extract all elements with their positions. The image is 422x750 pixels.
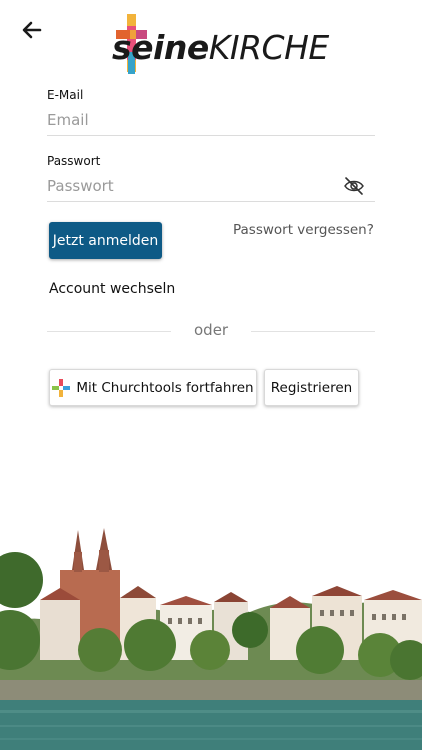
churchtools-icon	[52, 378, 71, 397]
password-label: Passwort	[47, 154, 101, 168]
account-switch-link[interactable]: Account wechseln	[49, 281, 175, 297]
password-field[interactable]	[47, 170, 375, 202]
logo-bold-text: seine	[112, 28, 209, 67]
divider-left	[47, 331, 171, 332]
email-label: E-Mail	[47, 88, 84, 102]
login-button[interactable]: Jetzt anmelden	[49, 222, 162, 259]
logo-wordmark: seineKIRCHE	[112, 30, 329, 66]
churchtools-button[interactable]: Mit Churchtools fortfahren	[49, 369, 257, 406]
app-logo: seineKIRCHE	[112, 12, 329, 76]
register-button[interactable]: Registrieren	[264, 369, 359, 406]
arrow-left-icon	[22, 21, 42, 39]
basel-cityscape-image	[0, 528, 422, 750]
email-field[interactable]	[47, 104, 375, 136]
churchtools-button-label: Mit Churchtools fortfahren	[76, 379, 254, 396]
back-button[interactable]	[18, 16, 46, 44]
forgot-password-link[interactable]: Passwort vergessen?	[233, 222, 374, 238]
logo-light-text: KIRCHE	[208, 28, 330, 67]
divider-right	[251, 331, 375, 332]
eye-off-icon[interactable]	[343, 176, 365, 196]
divider-text: oder	[194, 321, 229, 339]
